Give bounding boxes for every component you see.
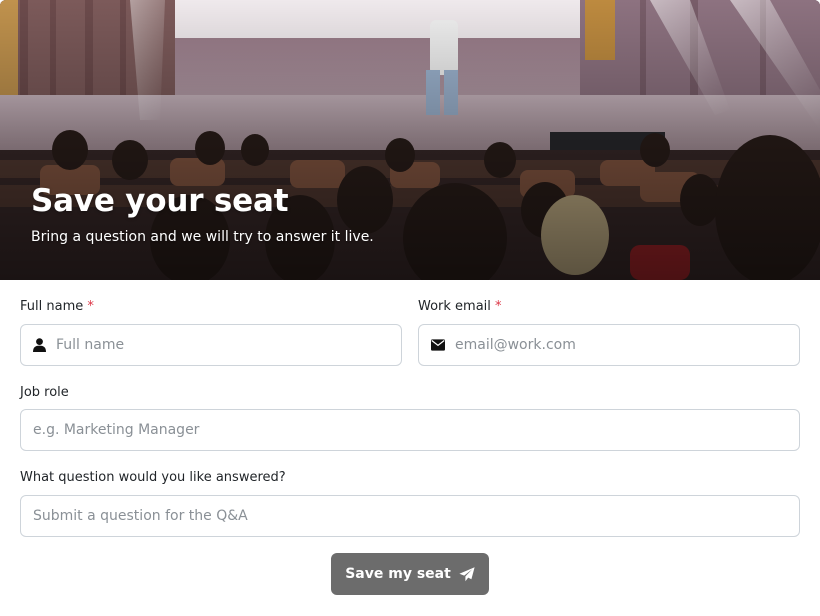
full-name-input[interactable] (56, 325, 401, 365)
full-name-field[interactable] (20, 324, 402, 366)
full-name-label-text: Full name (20, 299, 84, 314)
hero-banner: Save your seat Bring a question and we w… (0, 0, 820, 280)
full-name-label: Full name * (20, 299, 94, 314)
work-email-input[interactable] (455, 325, 799, 365)
work-email-field[interactable] (418, 324, 800, 366)
question-label: What question would you like answered? (20, 470, 286, 485)
job-role-input[interactable] (21, 410, 799, 450)
paper-plane-icon (459, 566, 475, 582)
save-my-seat-label: Save my seat (345, 566, 451, 582)
full-name-required-mark: * (87, 299, 94, 314)
question-field[interactable] (20, 495, 800, 537)
envelope-icon (431, 338, 445, 352)
work-email-required-mark: * (495, 299, 502, 314)
page-subtitle: Bring a question and we will try to answ… (31, 229, 374, 245)
save-my-seat-button[interactable]: Save my seat (331, 553, 489, 595)
page-title: Save your seat (31, 183, 289, 219)
question-input[interactable] (21, 496, 799, 536)
job-role-label: Job role (20, 385, 69, 400)
job-role-field[interactable] (20, 409, 800, 451)
work-email-label-text: Work email (418, 299, 491, 314)
work-email-label: Work email * (418, 299, 502, 314)
user-icon (33, 338, 46, 352)
